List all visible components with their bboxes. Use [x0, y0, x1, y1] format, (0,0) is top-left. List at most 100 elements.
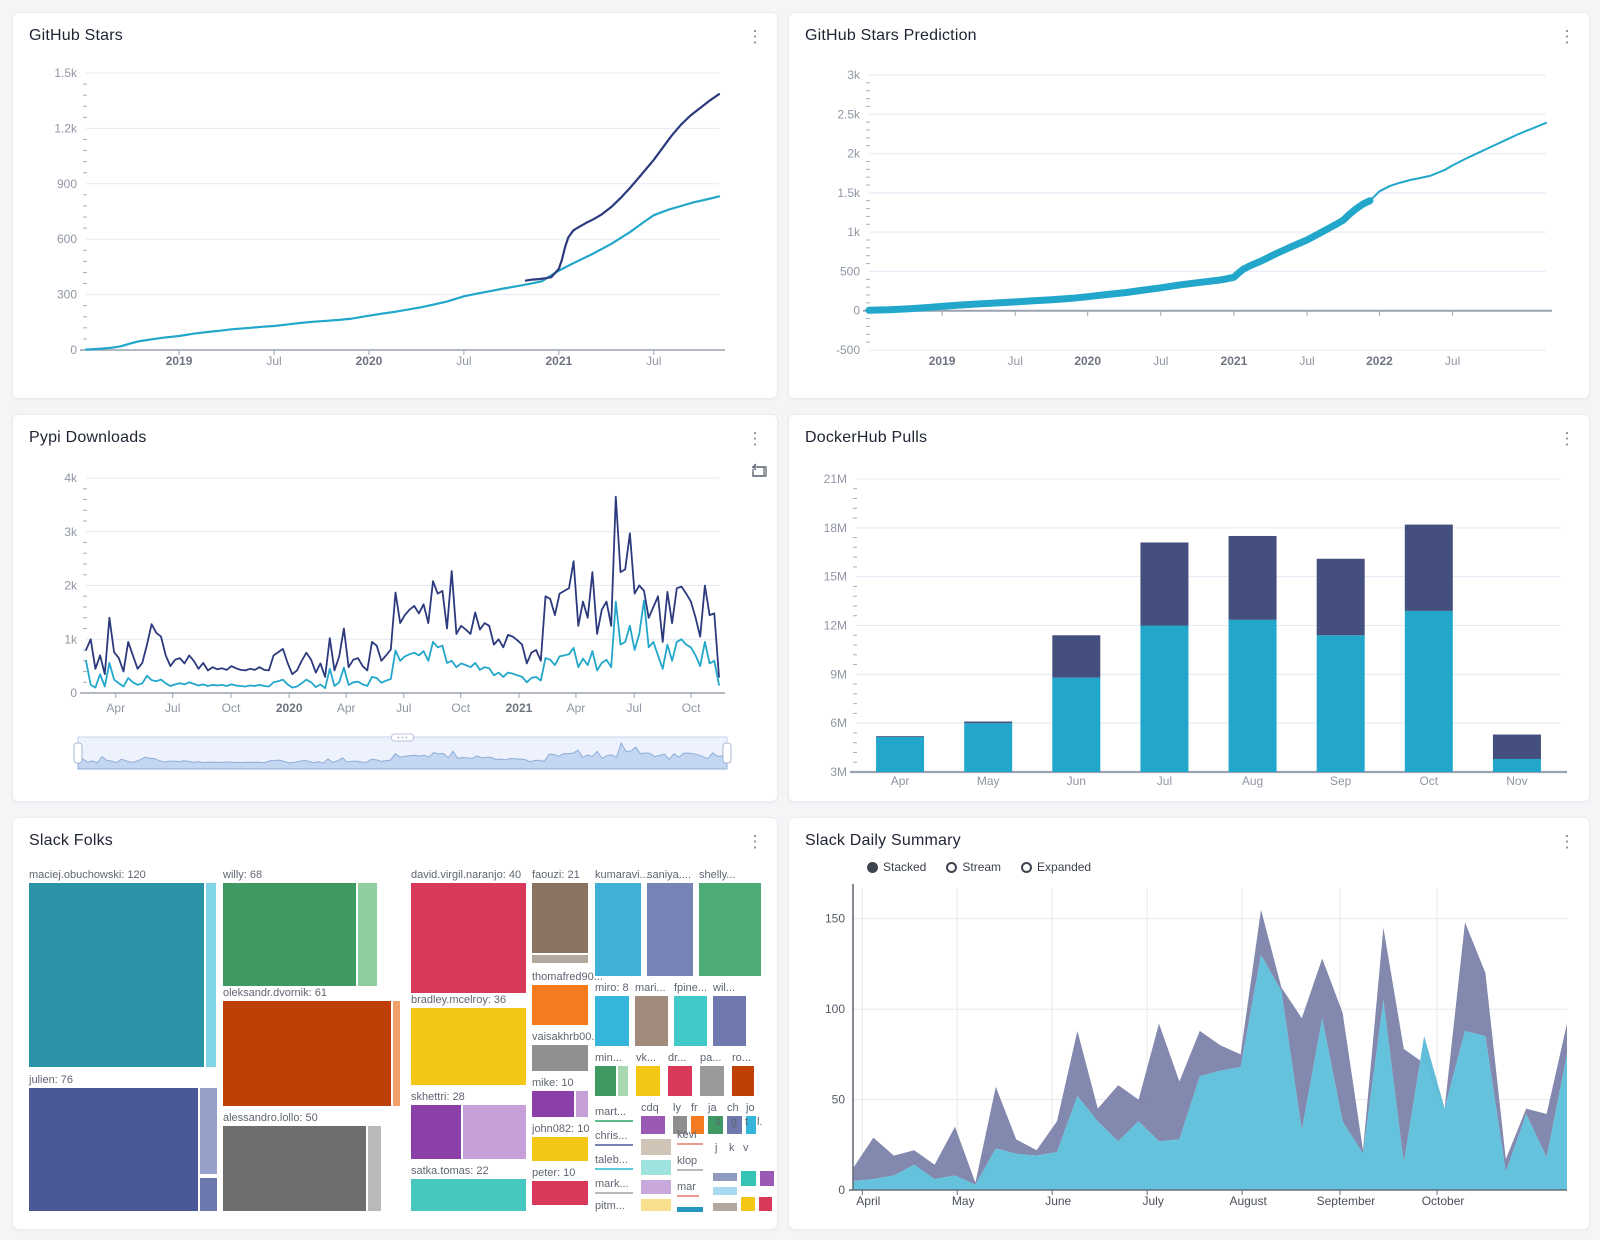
treemap-block[interactable] — [595, 1192, 633, 1194]
treemap-block[interactable] — [700, 1066, 724, 1096]
treemap-block[interactable] — [699, 883, 761, 976]
slider-handle[interactable] — [723, 743, 731, 763]
treemap-block[interactable] — [759, 1197, 772, 1211]
bar-segment[interactable] — [1317, 635, 1365, 772]
treemap-block[interactable] — [732, 1066, 754, 1096]
treemap-block[interactable] — [677, 1143, 703, 1145]
kebab-menu-icon[interactable]: ⋮ — [743, 425, 767, 453]
treemap-block[interactable] — [532, 955, 588, 963]
bar-segment[interactable] — [964, 722, 1012, 724]
treemap-label: saniya.... — [647, 870, 691, 881]
bar-segment[interactable] — [1052, 678, 1100, 772]
treemap-block[interactable] — [595, 1120, 633, 1122]
bar-segment[interactable] — [1052, 635, 1100, 677]
bar-segment[interactable] — [1317, 559, 1365, 636]
bar-segment[interactable] — [1493, 759, 1541, 772]
treemap-block[interactable] — [595, 1066, 616, 1096]
treemap-block[interactable] — [741, 1197, 755, 1211]
treemap-block[interactable] — [668, 1066, 692, 1096]
treemap-block[interactable] — [411, 883, 526, 993]
treemap-block[interactable] — [713, 1203, 737, 1211]
svg-text:2020: 2020 — [1074, 354, 1101, 368]
treemap-block[interactable] — [595, 883, 641, 976]
treemap-block[interactable] — [411, 1179, 526, 1211]
kebab-menu-icon[interactable]: ⋮ — [743, 23, 767, 51]
kebab-menu-icon[interactable]: ⋮ — [743, 828, 767, 856]
treemap-block[interactable] — [532, 1181, 588, 1205]
svg-text:Nov: Nov — [1506, 774, 1527, 788]
treemap-block[interactable] — [532, 985, 588, 1025]
treemap-block[interactable] — [29, 883, 204, 1067]
bar-segment[interactable] — [1229, 620, 1277, 772]
treemap-block[interactable] — [636, 1066, 660, 1096]
treemap-block[interactable] — [223, 1126, 366, 1211]
treemap-block[interactable] — [618, 1066, 628, 1096]
treemap-label: klop — [677, 1156, 697, 1167]
treemap-block[interactable] — [641, 1180, 671, 1194]
treemap-block[interactable] — [463, 1105, 526, 1159]
svg-text:Jul: Jul — [1299, 354, 1314, 368]
bar-segment[interactable] — [876, 737, 924, 772]
treemap-block[interactable] — [677, 1169, 703, 1171]
treemap-block[interactable] — [358, 883, 377, 986]
treemap-block[interactable] — [532, 1091, 574, 1117]
treemap-block[interactable] — [411, 1105, 461, 1159]
treemap-block[interactable] — [200, 1088, 217, 1174]
bar-segment[interactable] — [1140, 626, 1188, 773]
bar-segment[interactable] — [1405, 525, 1453, 611]
treemap-block[interactable] — [393, 1001, 400, 1106]
treemap-block[interactable] — [641, 1116, 665, 1134]
treemap-block[interactable] — [677, 1195, 699, 1197]
treemap-label: willy: 68 — [223, 870, 262, 881]
treemap-block[interactable] — [713, 1173, 737, 1181]
treemap-block[interactable] — [677, 1207, 703, 1212]
bar-segment[interactable] — [1405, 611, 1453, 772]
treemap-block[interactable] — [647, 883, 693, 976]
svg-text:2k: 2k — [64, 579, 78, 593]
treemap-block[interactable] — [713, 1187, 737, 1195]
treemap-block[interactable] — [713, 996, 746, 1046]
svg-text:Aug: Aug — [1242, 774, 1263, 788]
treemap-block[interactable] — [641, 1199, 671, 1211]
legend-item-stacked[interactable]: Stacked — [867, 860, 926, 874]
treemap-block[interactable] — [595, 1168, 633, 1170]
treemap-block[interactable] — [641, 1160, 671, 1175]
svg-text:15M: 15M — [824, 570, 847, 584]
svg-text:May: May — [977, 774, 1000, 788]
treemap-block[interactable] — [532, 1045, 588, 1071]
treemap-block[interactable] — [223, 1001, 391, 1106]
kebab-menu-icon[interactable]: ⋮ — [1555, 23, 1579, 51]
treemap-block[interactable] — [29, 1088, 198, 1211]
legend-item-stream[interactable]: Stream — [946, 860, 1001, 874]
treemap-block[interactable] — [411, 1008, 526, 1085]
bar-segment[interactable] — [1493, 735, 1541, 759]
restore-icon[interactable] — [751, 463, 768, 480]
datazoom-slider[interactable] — [74, 734, 731, 769]
treemap-block[interactable] — [641, 1139, 671, 1155]
treemap-block[interactable] — [532, 1137, 588, 1161]
bar-segment[interactable] — [1140, 542, 1188, 625]
treemap-block[interactable] — [595, 996, 629, 1046]
legend-item-expanded[interactable]: Expanded — [1021, 860, 1091, 874]
treemap-block[interactable] — [576, 1091, 588, 1117]
bar-segment[interactable] — [876, 736, 924, 737]
panel-title: Slack Folks — [29, 832, 113, 850]
treemap-block[interactable] — [223, 883, 356, 986]
treemap-block[interactable] — [760, 1171, 774, 1186]
treemap-label: jo — [746, 1103, 755, 1114]
treemap-block[interactable] — [635, 996, 668, 1046]
kebab-menu-icon[interactable]: ⋮ — [1555, 828, 1579, 856]
kebab-menu-icon[interactable]: ⋮ — [1555, 425, 1579, 453]
treemap-block[interactable] — [595, 1144, 633, 1146]
treemap-block[interactable] — [674, 996, 707, 1046]
bar-segment[interactable] — [1229, 536, 1277, 620]
treemap-block[interactable] — [368, 1126, 381, 1211]
treemap-label: vaisakhrb00... — [532, 1032, 600, 1043]
treemap-block[interactable] — [532, 883, 588, 953]
slider-handle[interactable] — [74, 743, 82, 763]
bar-segment[interactable] — [964, 723, 1012, 772]
treemap-block[interactable] — [741, 1171, 756, 1186]
treemap-block[interactable] — [200, 1178, 217, 1211]
treemap-label: pa... — [700, 1053, 721, 1064]
treemap-block[interactable] — [206, 883, 216, 1067]
